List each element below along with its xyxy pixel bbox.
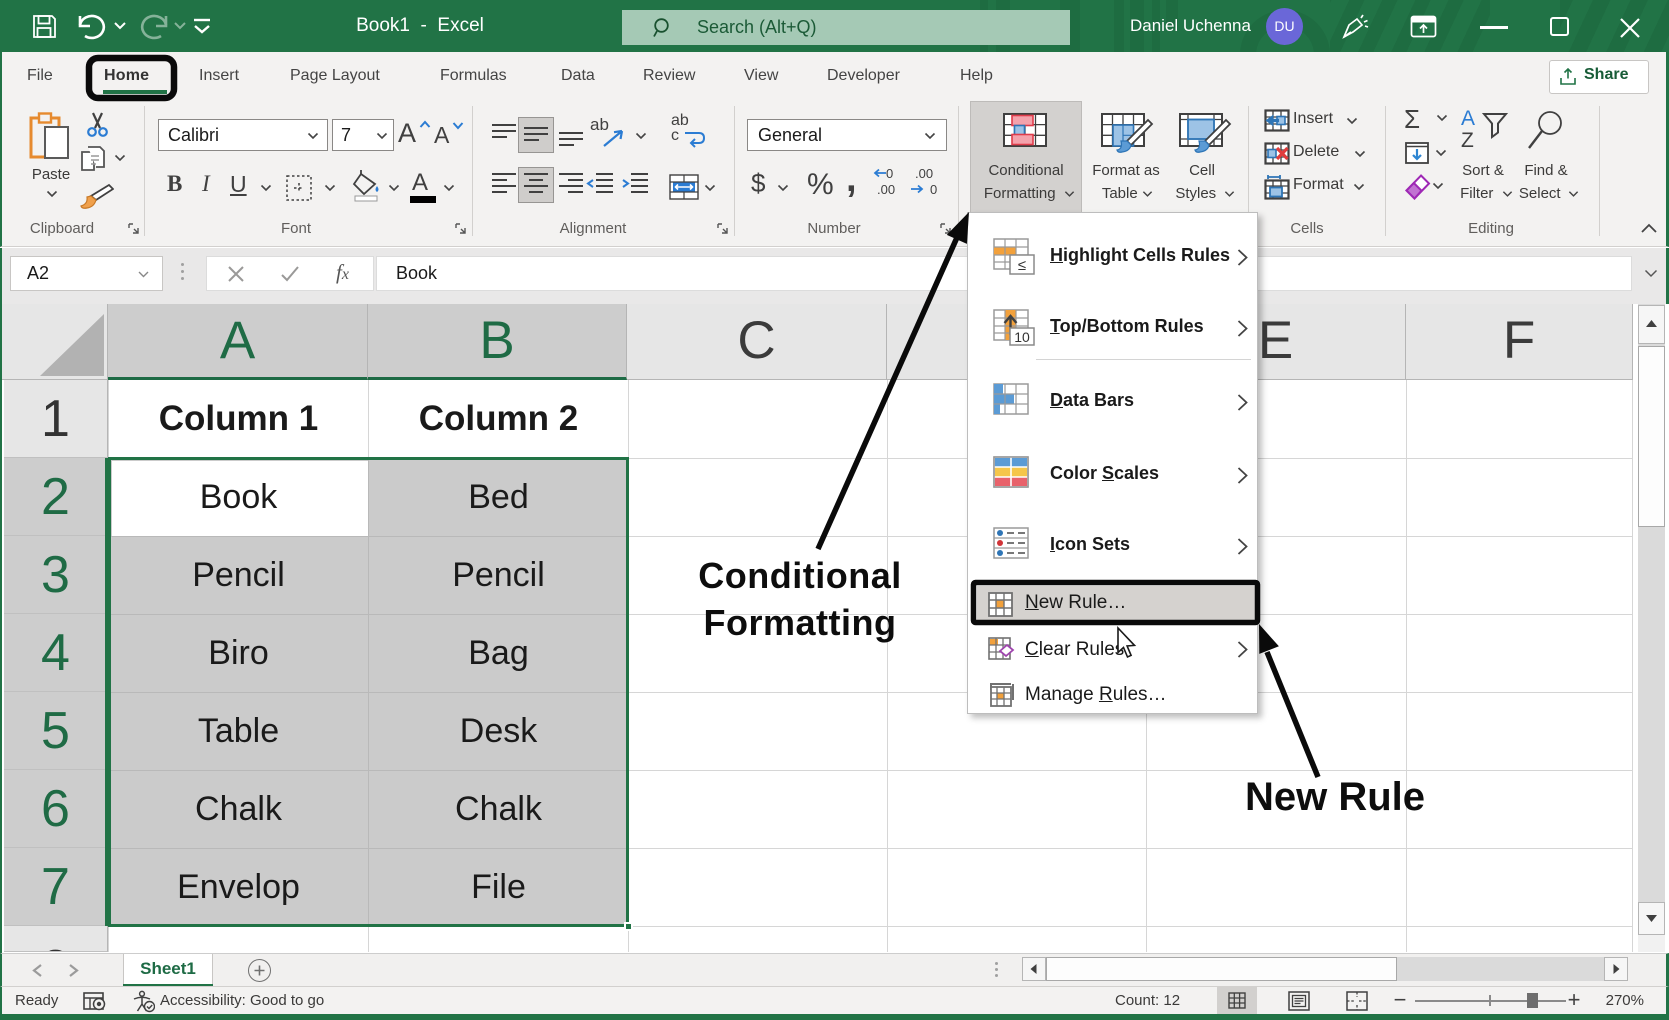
svg-text:10: 10	[1014, 329, 1030, 345]
svg-text:≤: ≤	[1018, 257, 1026, 274]
